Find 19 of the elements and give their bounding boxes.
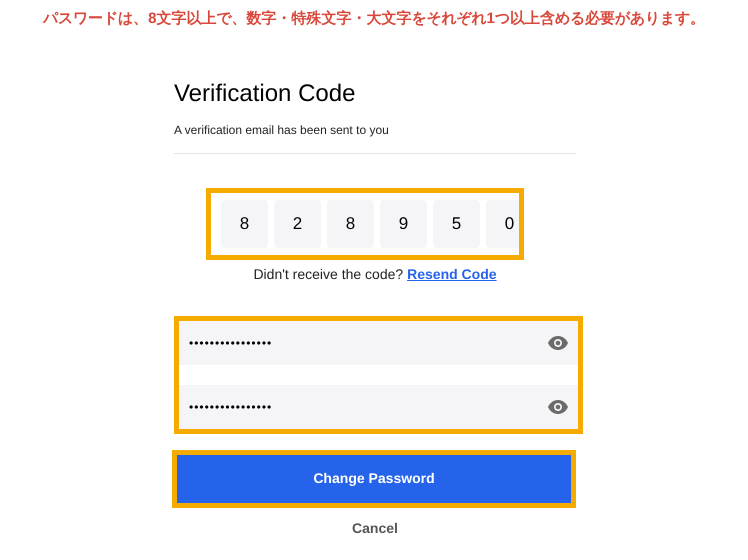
eye-icon[interactable]: [548, 400, 568, 414]
code-digit-field[interactable]: 2: [274, 200, 321, 248]
subtitle-text: A verification email has been sent to you: [174, 122, 390, 138]
page-title: Verification Code: [174, 78, 356, 108]
password-value: ••••••••••••••••: [189, 398, 272, 416]
password-value: ••••••••••••••••: [189, 334, 272, 352]
code-digit-field[interactable]: 9: [380, 200, 427, 248]
password-field[interactable]: ••••••••••••••••: [179, 320, 578, 364]
code-digit-field[interactable]: 0: [486, 200, 519, 248]
code-digit-field[interactable]: 8: [327, 200, 374, 248]
code-digit-field[interactable]: 5: [433, 200, 480, 248]
code-digit-field[interactable]: 8: [221, 200, 268, 248]
eye-icon[interactable]: [548, 336, 568, 350]
resend-prompt: Didn't receive the code?: [253, 266, 404, 282]
password-field[interactable]: ••••••••••••••••: [179, 384, 578, 428]
resend-code-link[interactable]: Resend Code: [407, 266, 497, 282]
annotation-text: パスワードは、8文字以上で、数字・特殊文字・大文字をそれぞれ1つ以上含める必要があります。: [43, 9, 705, 29]
cancel-button[interactable]: Cancel: [352, 518, 398, 538]
change-password-button[interactable]: Change Password: [177, 454, 571, 502]
